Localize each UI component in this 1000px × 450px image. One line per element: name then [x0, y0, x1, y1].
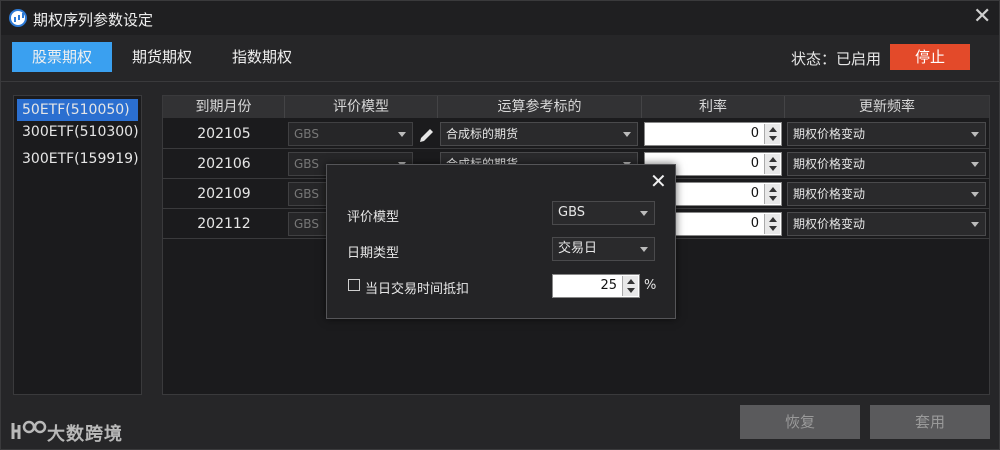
intraday-stepper[interactable]: 25 — [552, 274, 640, 298]
arrow-up-icon[interactable] — [769, 187, 777, 192]
month-cell: 202112 — [197, 216, 251, 232]
chevron-down-icon — [398, 132, 406, 137]
tab-stock-options[interactable]: 股票期权 — [12, 42, 112, 72]
date-type-label: 日期类型 — [347, 246, 400, 261]
restore-button[interactable]: 恢复 — [740, 405, 860, 439]
column-header-frequency: 更新频率 — [785, 96, 989, 118]
arrow-down-icon[interactable] — [627, 288, 635, 293]
reference-select[interactable]: 合成标的期货 — [440, 122, 638, 146]
month-cell: 202109 — [197, 186, 251, 202]
dialog-date-type-value: 交易日 — [558, 241, 598, 256]
title-bar: 期权序列参数设定 ✕ — [1, 1, 999, 35]
dialog-model-select[interactable]: GBS — [552, 201, 655, 225]
model-value: GBS — [294, 157, 319, 171]
arrow-up-icon[interactable] — [769, 217, 777, 222]
chevron-down-icon — [971, 192, 979, 197]
frequency-value: 期权价格变动 — [793, 187, 866, 201]
app-logo-icon — [9, 9, 27, 27]
arrow-down-icon[interactable] — [769, 166, 777, 171]
arrow-up-icon[interactable] — [627, 279, 635, 284]
row-divider — [163, 148, 989, 149]
brand-name: 大数跨境 — [47, 424, 123, 445]
arrow-down-icon[interactable] — [769, 226, 777, 231]
close-icon[interactable]: ✕ — [650, 169, 667, 193]
column-header-rate: 利率 — [642, 96, 785, 118]
arrow-up-icon[interactable] — [769, 157, 777, 162]
dialog-date-type-select[interactable]: 交易日 — [552, 237, 655, 261]
rate-value: 0 — [750, 126, 759, 141]
list-item[interactable]: 300ETF(510300) — [17, 121, 139, 143]
frequency-value: 期权价格变动 — [793, 127, 866, 141]
chevron-down-icon — [971, 132, 979, 137]
column-header-reference: 运算参考标的 — [438, 96, 642, 118]
frequency-select[interactable]: 期权价格变动 — [787, 212, 986, 236]
dialog-model-value: GBS — [558, 205, 586, 220]
stop-button[interactable]: 停止 — [890, 44, 970, 70]
rate-value: 0 — [750, 156, 759, 171]
intraday-checkbox[interactable] — [348, 279, 360, 291]
pencil-icon[interactable] — [418, 126, 436, 144]
model-value: GBS — [294, 187, 319, 201]
arrow-down-icon[interactable] — [769, 136, 777, 141]
month-cell: 202106 — [197, 156, 251, 172]
underlying-list: 50ETF(510050) 300ETF(510300) 300ETF(1599… — [13, 95, 142, 395]
settings-window: 期权序列参数设定 ✕ 股票期权 期货期权 指数期权 状态：已启用 停止 50ET… — [0, 0, 1000, 450]
model-value: GBS — [294, 217, 319, 231]
arrow-down-icon[interactable] — [769, 196, 777, 201]
reference-value: 合成标的期货 — [446, 127, 519, 141]
frequency-select[interactable]: 期权价格变动 — [787, 122, 986, 146]
status-text: 状态：已启用 — [791, 50, 882, 68]
divider — [1, 81, 999, 82]
intraday-label: 当日交易时间抵扣 — [365, 282, 470, 297]
month-cell: 202105 — [197, 126, 251, 142]
percent-unit: % — [644, 278, 657, 293]
tab-futures-options[interactable]: 期货期权 — [119, 42, 205, 72]
window-title: 期权序列参数设定 — [33, 11, 154, 29]
intraday-value: 25 — [600, 278, 617, 293]
tab-index-options[interactable]: 指数期权 — [219, 42, 305, 72]
column-header-month: 到期月份 — [163, 96, 285, 118]
frequency-value: 期权价格变动 — [793, 217, 866, 231]
chevron-down-icon — [971, 222, 979, 227]
list-item[interactable]: 50ETF(510050) — [17, 99, 138, 121]
model-value: GBS — [294, 127, 319, 141]
arrow-up-icon[interactable] — [769, 127, 777, 132]
list-item[interactable]: 300ETF(159919) — [17, 148, 139, 170]
rate-stepper[interactable]: 0 — [644, 122, 782, 146]
chevron-down-icon — [640, 211, 648, 216]
rate-value: 0 — [750, 186, 759, 201]
chevron-down-icon — [971, 162, 979, 167]
model-settings-dialog: ✕ 评价模型 GBS 日期类型 交易日 当日交易时间抵扣 25 % — [326, 164, 676, 319]
frequency-select[interactable]: 期权价格变动 — [787, 152, 986, 176]
chevron-down-icon — [640, 247, 648, 252]
chevron-down-icon — [623, 132, 631, 137]
brand-logo-icon — [11, 420, 47, 439]
frequency-value: 期权价格变动 — [793, 157, 866, 171]
column-header-model: 评价模型 — [285, 96, 438, 118]
apply-button[interactable]: 套用 — [870, 405, 990, 439]
rate-value: 0 — [750, 216, 759, 231]
frequency-select[interactable]: 期权价格变动 — [787, 182, 986, 206]
close-icon[interactable]: ✕ — [973, 5, 991, 29]
model-select[interactable]: GBS — [288, 122, 413, 146]
model-label: 评价模型 — [347, 210, 400, 225]
